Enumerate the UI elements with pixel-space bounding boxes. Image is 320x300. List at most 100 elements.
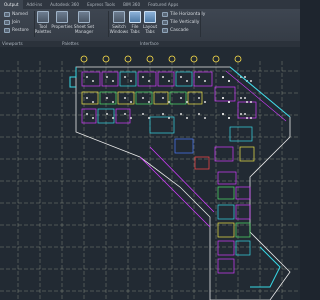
tab-add-ins[interactable]: Add-ins [23, 0, 47, 9]
named-label: Named [12, 12, 28, 17]
furniture-mark [130, 101, 132, 103]
furniture-mark [246, 117, 248, 119]
furniture-mark [204, 117, 206, 119]
floor-plan-drawing [0, 55, 300, 300]
ribbon-separator [200, 11, 201, 37]
named-viewports-icon [4, 12, 10, 17]
ribbon-panel: Named Join Restore Tool Palettes Propert… [0, 9, 300, 42]
layout-tabs-button[interactable]: Layout Tabs [143, 11, 157, 34]
furniture-mark [86, 76, 88, 78]
cascade-icon [162, 28, 168, 33]
furniture-mark [168, 80, 170, 82]
room [81, 71, 101, 87]
tile-vertically-label: Tile Vertically [170, 20, 200, 25]
furniture-mark [142, 97, 144, 99]
furniture-mark [162, 97, 164, 99]
properties-icon [56, 11, 68, 23]
furniture-mark [148, 101, 150, 103]
sheet-set-label: Sheet Set Manager [73, 24, 95, 34]
furniture-mark [142, 76, 144, 78]
tab-bim-360[interactable]: BIM 360 [119, 0, 144, 9]
tab-express-tools[interactable]: Express Tools [83, 0, 119, 9]
furniture-mark [92, 117, 94, 119]
furniture-mark [250, 117, 252, 119]
furniture-mark [112, 117, 114, 119]
room [149, 116, 175, 134]
furniture-mark [112, 80, 114, 82]
furniture-mark [130, 117, 132, 119]
cascade-label: Cascade [170, 28, 189, 33]
properties-button[interactable]: Properties [51, 11, 73, 29]
room [229, 126, 253, 142]
tool-palettes-label: Tool Palettes [34, 24, 52, 34]
room [174, 138, 194, 154]
furniture-mark [92, 101, 94, 103]
furniture-mark [124, 113, 126, 115]
furniture-mark [204, 101, 206, 103]
furniture-mark [186, 80, 188, 82]
furniture-mark [162, 76, 164, 78]
furniture-mark [162, 113, 164, 115]
room [217, 258, 235, 274]
furniture-mark [228, 117, 230, 119]
building-outline [75, 66, 291, 300]
furniture-mark [180, 97, 182, 99]
furniture-mark [244, 76, 246, 78]
room [237, 101, 257, 119]
room [217, 186, 235, 200]
room [175, 71, 193, 87]
named-viewports-button[interactable]: Named [4, 12, 28, 17]
furniture-mark [168, 117, 170, 119]
furniture-mark [112, 101, 114, 103]
restore-viewports-button[interactable]: Restore [4, 28, 29, 33]
furniture-mark [228, 80, 230, 82]
file-tabs-button[interactable]: File Tabs [128, 11, 142, 34]
tab-featured-apps[interactable]: Featured Apps [144, 0, 182, 9]
furniture-mark [198, 97, 200, 99]
join-viewports-button[interactable]: Join [4, 20, 20, 25]
tile-vertically-button[interactable]: Tile Vertically [162, 20, 199, 25]
furniture-mark [106, 97, 108, 99]
tab-output[interactable]: Output [0, 0, 23, 9]
tile-horizontally-icon [162, 12, 168, 17]
furniture-mark [244, 97, 246, 99]
furniture-mark [240, 113, 242, 115]
furniture-mark [92, 80, 94, 82]
drawing-canvas[interactable] [0, 47, 300, 300]
furniture-mark [180, 76, 182, 78]
switch-windows-button[interactable]: Switch Windows [110, 11, 128, 34]
furniture-mark [198, 113, 200, 115]
cascade-button[interactable]: Cascade [162, 28, 189, 33]
furniture-mark [186, 117, 188, 119]
furniture-mark [204, 80, 206, 82]
stair-outline [69, 67, 77, 88]
furniture-mark [130, 80, 132, 82]
furniture-mark [106, 76, 108, 78]
switch-windows-label: Switch Windows [109, 24, 129, 34]
furniture-mark [86, 113, 88, 115]
furniture-mark [86, 97, 88, 99]
sheet-set-manager-button[interactable]: Sheet Set Manager [73, 11, 95, 34]
sheet-set-icon [78, 11, 90, 23]
file-tabs-icon [129, 11, 141, 23]
room [81, 91, 99, 105]
tool-palettes-icon [37, 11, 49, 23]
room [217, 171, 237, 185]
furniture-mark [124, 76, 126, 78]
furniture-mark [148, 80, 150, 82]
tool-palettes-button[interactable]: Tool Palettes [34, 11, 52, 34]
autocad-window: Output Add-ins Autodesk 360 Express Tool… [0, 0, 300, 300]
tile-horizontally-button[interactable]: Tile Horizontally [162, 12, 205, 17]
furniture-mark [180, 113, 182, 115]
furniture-mark [244, 113, 246, 115]
room [217, 204, 235, 220]
furniture-mark [186, 101, 188, 103]
room [157, 71, 175, 87]
furniture-mark [228, 101, 230, 103]
tile-vertically-icon [162, 20, 168, 25]
room [137, 71, 157, 87]
tab-autodesk-360[interactable]: Autodesk 360 [46, 0, 83, 9]
join-label: Join [12, 20, 20, 25]
room [193, 71, 213, 87]
room [101, 71, 119, 87]
